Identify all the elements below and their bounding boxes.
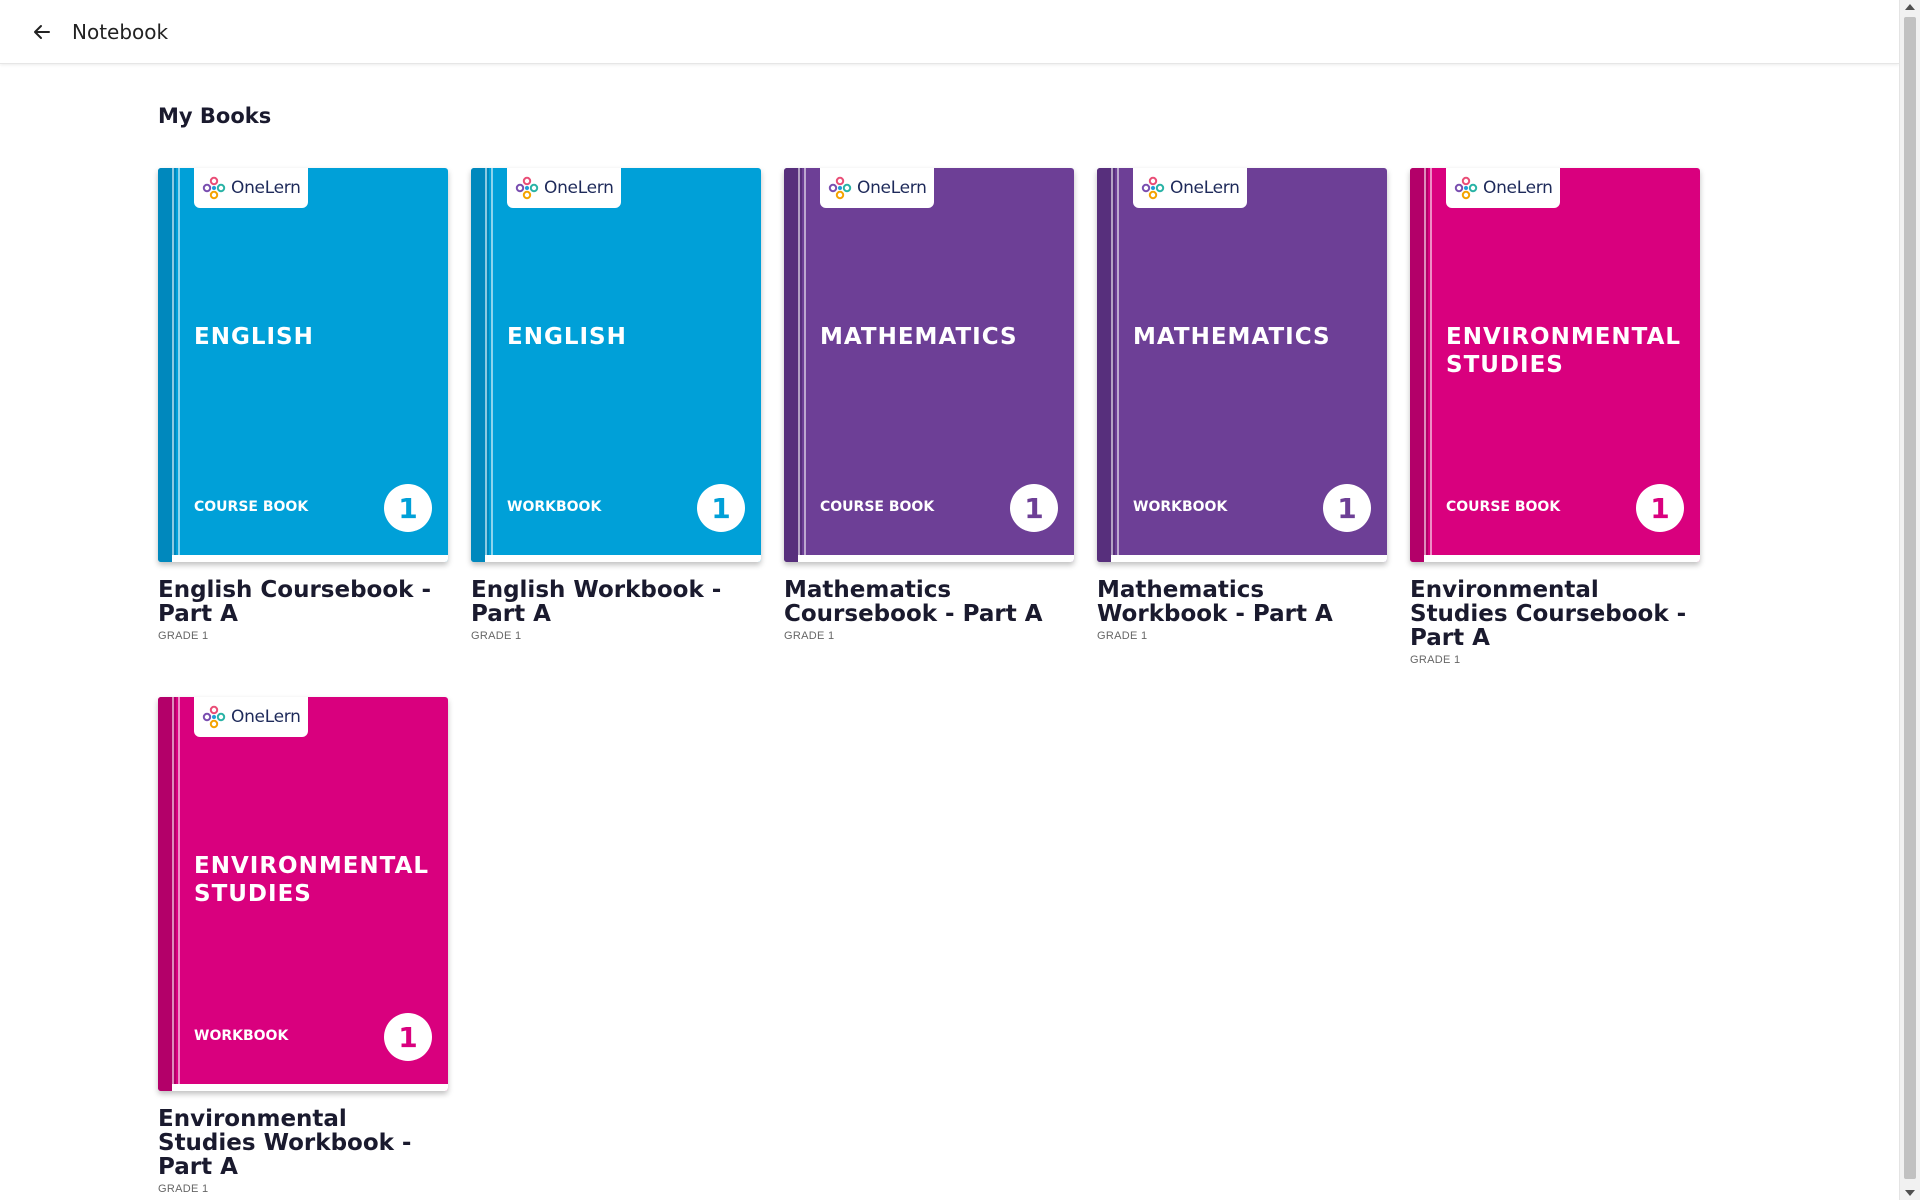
book-grade: GRADE 1	[471, 630, 522, 642]
page-edge	[1111, 555, 1387, 562]
onelern-logo-icon	[202, 705, 226, 729]
book-grade: GRADE 1	[784, 630, 835, 642]
book-card[interactable]: OneLern MATHEMATICS COURSE BOOK 1 Mathem…	[784, 168, 1074, 642]
book-card[interactable]: OneLern ENGLISH COURSE BOOK 1 English Co…	[158, 168, 448, 642]
brand-logo-text: OneLern	[857, 178, 927, 198]
vertical-scrollbar[interactable]	[1899, 0, 1920, 1200]
spine-line	[1111, 168, 1113, 562]
book-title[interactable]: Environmental Studies Workbook - Part A	[158, 1107, 448, 1179]
spine-line	[178, 697, 180, 1091]
book-grade: GRADE 1	[158, 630, 209, 642]
book-card[interactable]: OneLern ENVIRONMENTAL STUDIES WORKBOOK 1…	[158, 697, 448, 1195]
brand-logo-text: OneLern	[1483, 178, 1553, 198]
spine-line	[804, 168, 806, 562]
book-grade: GRADE 1	[1097, 630, 1148, 642]
book-type: WORKBOOK	[1133, 499, 1228, 515]
book-card[interactable]: OneLern ENVIRONMENTAL STUDIES COURSE BOO…	[1410, 168, 1700, 666]
book-type: COURSE BOOK	[1446, 499, 1561, 515]
brand-logo-text: OneLern	[1170, 178, 1240, 198]
page-edge	[172, 1084, 448, 1091]
book-type: COURSE BOOK	[194, 499, 309, 515]
spine-line	[485, 168, 487, 562]
brand-logo: OneLern	[194, 168, 308, 208]
spine-line	[172, 697, 174, 1091]
onelern-logo-icon	[515, 176, 539, 200]
book-cover[interactable]: OneLern MATHEMATICS WORKBOOK 1	[1097, 168, 1387, 562]
page-edge	[485, 555, 761, 562]
scroll-down-icon[interactable]	[1905, 1190, 1915, 1196]
book-grade: GRADE 1	[1410, 654, 1461, 666]
book-title[interactable]: English Coursebook - Part A	[158, 578, 448, 626]
book-title[interactable]: English Workbook - Part A	[471, 578, 761, 626]
onelern-logo-icon	[1454, 176, 1478, 200]
book-title[interactable]: Mathematics Workbook - Part A	[1097, 578, 1387, 626]
book-subject: MATHEMATICS	[1133, 324, 1331, 350]
grade-badge: 1	[1636, 484, 1684, 532]
spine-line	[172, 168, 174, 562]
book-cover[interactable]: OneLern ENGLISH COURSE BOOK 1	[158, 168, 448, 562]
book-subject: ENVIRONMENTAL STUDIES	[194, 853, 430, 907]
page-title: Notebook	[72, 19, 169, 44]
arrow-left-icon	[34, 24, 50, 39]
grade-badge: 1	[384, 484, 432, 532]
grade-badge: 1	[697, 484, 745, 532]
spine-line	[491, 168, 493, 562]
page-edge	[1424, 555, 1700, 562]
brand-logo: OneLern	[507, 168, 621, 208]
book-cover[interactable]: OneLern ENVIRONMENTAL STUDIES WORKBOOK 1	[158, 697, 448, 1091]
back-button[interactable]	[30, 20, 54, 44]
book-cover[interactable]: OneLern ENGLISH WORKBOOK 1	[471, 168, 761, 562]
book-card[interactable]: OneLern ENGLISH WORKBOOK 1 English Workb…	[471, 168, 761, 642]
onelern-logo-icon	[202, 176, 226, 200]
book-subject: MATHEMATICS	[820, 324, 1018, 350]
brand-logo: OneLern	[194, 697, 308, 737]
brand-logo-text: OneLern	[231, 178, 301, 198]
spine-line	[1117, 168, 1119, 562]
spine-line	[798, 168, 800, 562]
grade-badge: 1	[1323, 484, 1371, 532]
spine-line	[178, 168, 180, 562]
brand-logo-text: OneLern	[231, 707, 301, 727]
book-grade: GRADE 1	[158, 1183, 209, 1195]
page-edge	[172, 555, 448, 562]
top-app-bar: Notebook	[0, 0, 1899, 64]
section-title: My Books	[158, 104, 272, 128]
book-subject: ENGLISH	[194, 324, 314, 350]
spine-line	[1430, 168, 1432, 562]
onelern-logo-icon	[828, 176, 852, 200]
page-edge	[798, 555, 1074, 562]
brand-logo-text: OneLern	[544, 178, 614, 198]
brand-logo: OneLern	[1133, 168, 1247, 208]
book-title[interactable]: Environmental Studies Coursebook - Part …	[1410, 578, 1700, 650]
grade-badge: 1	[1010, 484, 1058, 532]
book-subject: ENGLISH	[507, 324, 627, 350]
spine-line	[1424, 168, 1426, 562]
book-cover[interactable]: OneLern ENVIRONMENTAL STUDIES COURSE BOO…	[1410, 168, 1700, 562]
scroll-up-icon[interactable]	[1905, 4, 1915, 10]
book-type: WORKBOOK	[507, 499, 602, 515]
brand-logo: OneLern	[1446, 168, 1560, 208]
book-card[interactable]: OneLern MATHEMATICS WORKBOOK 1 Mathemati…	[1097, 168, 1387, 642]
book-type: COURSE BOOK	[820, 499, 935, 515]
grade-badge: 1	[384, 1013, 432, 1061]
book-type: WORKBOOK	[194, 1028, 289, 1044]
brand-logo: OneLern	[820, 168, 934, 208]
scroll-thumb[interactable]	[1904, 17, 1916, 1179]
onelern-logo-icon	[1141, 176, 1165, 200]
book-subject: ENVIRONMENTAL STUDIES	[1446, 324, 1682, 378]
book-title[interactable]: Mathematics Coursebook - Part A	[784, 578, 1074, 626]
book-cover[interactable]: OneLern MATHEMATICS COURSE BOOK 1	[784, 168, 1074, 562]
